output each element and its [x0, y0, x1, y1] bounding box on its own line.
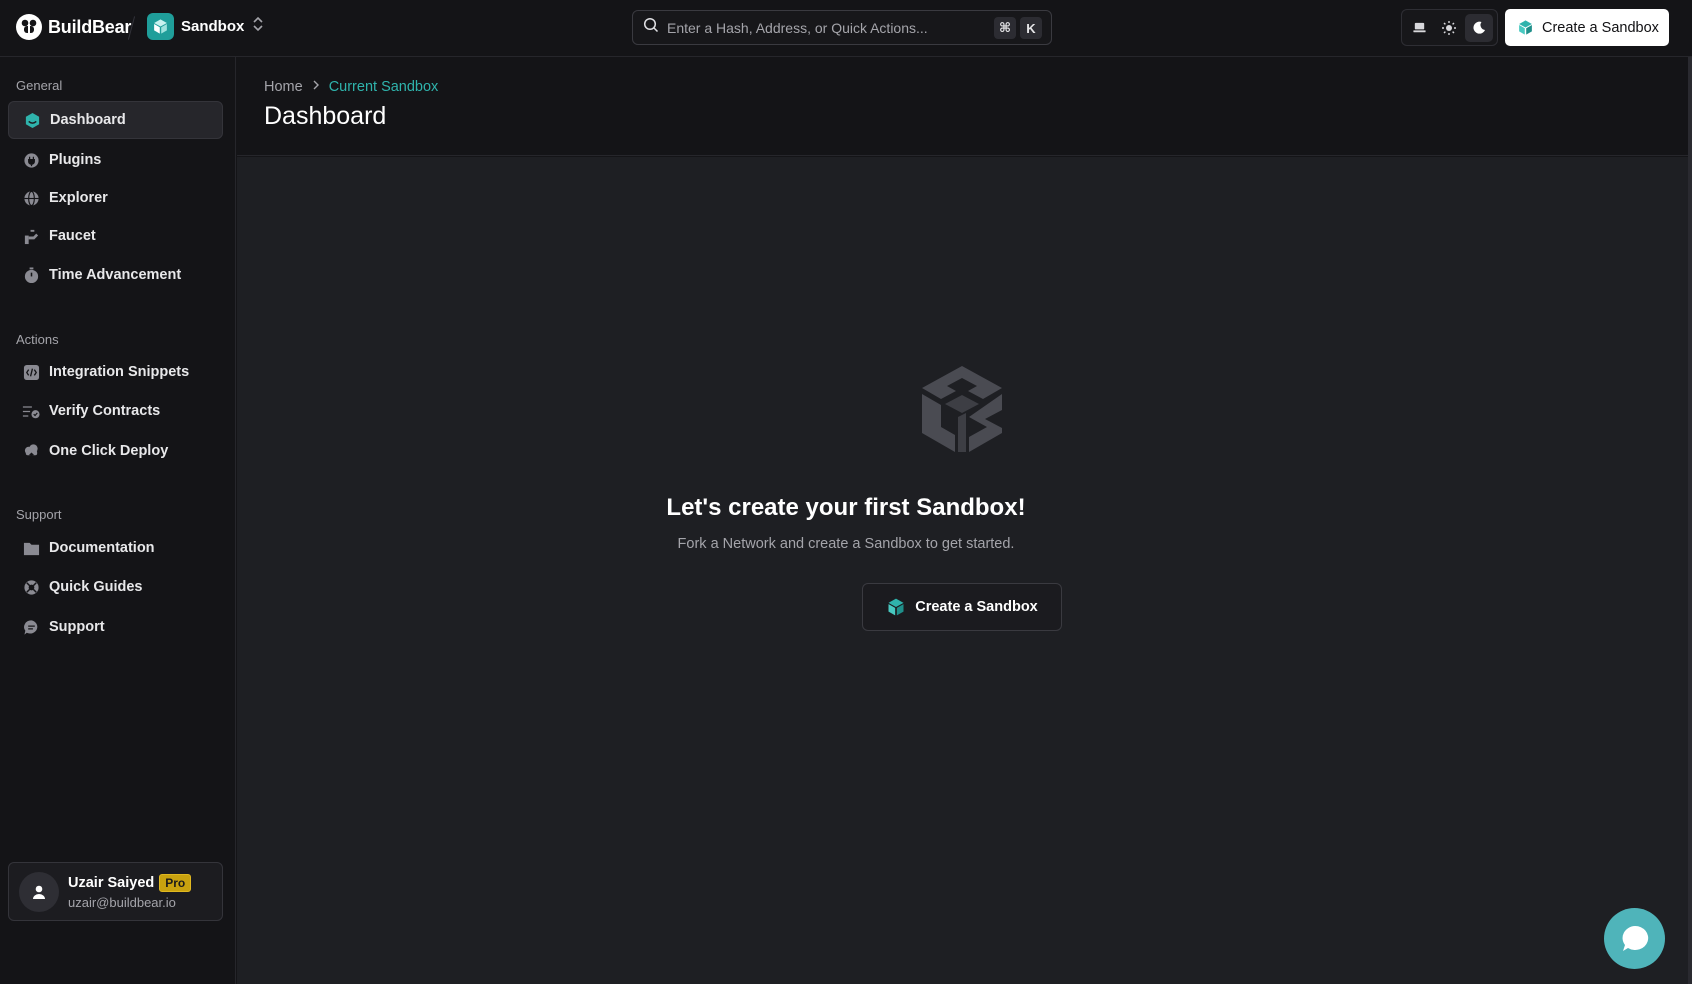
sidebar-item-integration-snippets[interactable]: Integration Snippets: [8, 353, 223, 391]
page-title: Dashboard: [264, 102, 387, 130]
theme-system-button[interactable]: [1406, 14, 1434, 42]
create-sandbox-button-label: Create a Sandbox: [915, 599, 1038, 615]
brand-name: BuildBear: [48, 16, 132, 37]
chat-bubble-icon: [1622, 925, 1648, 951]
sidebar-item-label: Dashboard: [50, 112, 126, 128]
code-icon: [22, 363, 40, 381]
user-icon: [33, 885, 45, 899]
chevron-right-icon: [311, 79, 321, 95]
sidebar-item-explorer[interactable]: Explorer: [8, 179, 223, 217]
user-name: Uzair Saiyed: [68, 874, 155, 891]
sidebar-item-label: Faucet: [49, 228, 96, 244]
pro-badge: Pro: [159, 873, 192, 892]
sandbox-switcher-label: Sandbox: [181, 18, 245, 35]
sidebar-item-label: Integration Snippets: [49, 364, 190, 380]
sandbox-empty-icon: [917, 362, 1007, 459]
buildbear-logo-icon: [16, 14, 42, 40]
sidebar-item-label: Support: [49, 619, 105, 635]
globe-icon: [22, 189, 40, 207]
brand[interactable]: BuildBear: [16, 14, 131, 40]
cube-icon: [1519, 20, 1532, 35]
search-bar[interactable]: ⌘ K: [632, 10, 1052, 45]
sidebar-item-label: Explorer: [49, 190, 108, 206]
laptop-icon: [1413, 22, 1426, 33]
sidebar-item-one-click-deploy[interactable]: One Click Deploy: [8, 432, 223, 470]
sidebar-item-label: Verify Contracts: [49, 403, 161, 419]
create-sandbox-header-label: Create a Sandbox: [1542, 19, 1659, 36]
empty-state-title: Let's create your first Sandbox!: [666, 494, 1026, 521]
sidebar-item-label: Quick Guides: [49, 579, 143, 595]
breadcrumb-current[interactable]: Current Sandbox: [329, 79, 439, 95]
cube-icon: [147, 13, 174, 40]
sidebar-item-quick-guides[interactable]: Quick Guides: [8, 568, 223, 606]
verify-icon: [22, 402, 40, 420]
timer-icon: [22, 266, 40, 284]
sidebar-section-general: General: [16, 78, 63, 93]
sandbox-switcher[interactable]: Sandbox: [147, 13, 265, 40]
sun-icon: [1442, 20, 1457, 35]
breadcrumb-home[interactable]: Home: [264, 79, 303, 95]
theme-switcher: [1401, 9, 1498, 46]
shortcut-k-key: K: [1020, 17, 1042, 39]
create-sandbox-button[interactable]: Create a Sandbox: [862, 583, 1062, 631]
sidebar-item-time-advancement[interactable]: Time Advancement: [8, 256, 223, 294]
cloud-deploy-icon: [22, 442, 40, 460]
breadcrumb: Home Current Sandbox: [264, 79, 438, 95]
sidebar-item-verify-contracts[interactable]: Verify Contracts: [8, 392, 223, 430]
faucet-icon: [22, 227, 40, 245]
user-profile-card[interactable]: Uzair Saiyed Pro uzair@buildbear.io: [8, 862, 223, 921]
sidebar-item-label: Time Advancement: [49, 267, 182, 283]
shortcut-command-key: ⌘: [994, 17, 1016, 39]
top-bar: BuildBear Sandbox ⌘ K Create a Sandbox: [0, 0, 1692, 57]
sidebar-item-label: One Click Deploy: [49, 443, 169, 459]
moon-icon: [1473, 21, 1486, 34]
theme-dark-button[interactable]: [1465, 13, 1494, 42]
chat-icon: [22, 618, 40, 636]
cube-icon: [888, 598, 904, 616]
sidebar-item-dashboard[interactable]: Dashboard: [8, 101, 223, 139]
search-input[interactable]: [667, 19, 987, 36]
plugins-icon: [22, 151, 40, 169]
theme-light-button[interactable]: [1435, 14, 1463, 42]
chat-widget-button[interactable]: [1604, 908, 1665, 969]
sidebar-item-plugins[interactable]: Plugins: [8, 141, 223, 179]
lifebuoy-icon: [22, 578, 40, 596]
chevron-up-down-icon: [251, 15, 265, 38]
create-sandbox-header-button[interactable]: Create a Sandbox: [1505, 9, 1669, 46]
dashboard-icon: [23, 111, 41, 129]
empty-state-subtitle: Fork a Network and create a Sandbox to g…: [677, 536, 1015, 552]
sidebar-item-support[interactable]: Support: [8, 608, 223, 646]
main-content: [237, 157, 1690, 984]
sidebar-item-faucet[interactable]: Faucet: [8, 217, 223, 255]
user-email: uzair@buildbear.io: [68, 894, 176, 910]
search-icon: [643, 17, 659, 38]
sidebar-item-label: Plugins: [49, 152, 102, 168]
page-header: Home Current Sandbox Dashboard: [237, 57, 1690, 156]
avatar: [19, 871, 59, 912]
sidebar-section-actions: Actions: [16, 332, 59, 347]
